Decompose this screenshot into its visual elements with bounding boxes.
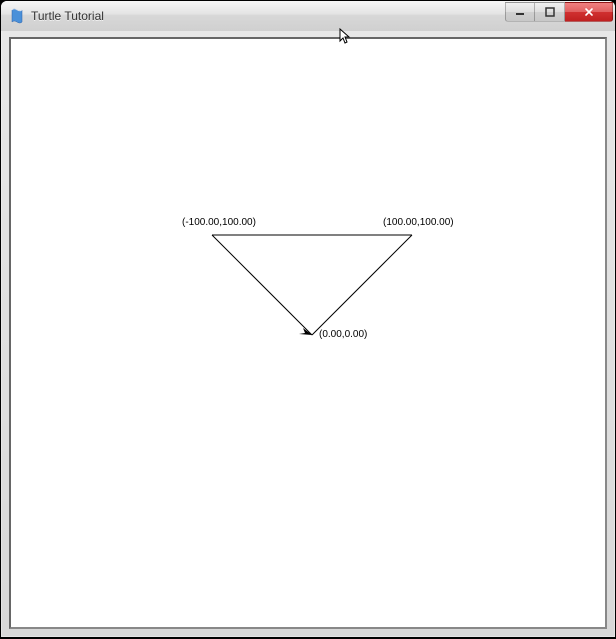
coord-label-origin: (0.00,0.00) <box>319 329 367 340</box>
window-controls <box>505 2 613 22</box>
turtle-canvas[interactable]: (-100.00,100.00) (100.00,100.00) (0.00,0… <box>11 39 605 627</box>
coord-label-top-left: (-100.00,100.00) <box>182 217 256 228</box>
titlebar[interactable]: Turtle Tutorial <box>1 1 615 31</box>
maximize-button[interactable] <box>535 2 565 22</box>
coord-label-top-right: (100.00,100.00) <box>383 217 454 228</box>
turtle-drawing <box>11 39 605 627</box>
app-icon <box>9 8 25 24</box>
minimize-button[interactable] <box>505 2 535 22</box>
canvas-frame: (-100.00,100.00) (100.00,100.00) (0.00,0… <box>9 37 607 629</box>
close-button[interactable] <box>565 2 613 22</box>
application-window: Turtle Tutorial (-100.00,100.00) (100.00… <box>1 1 615 637</box>
